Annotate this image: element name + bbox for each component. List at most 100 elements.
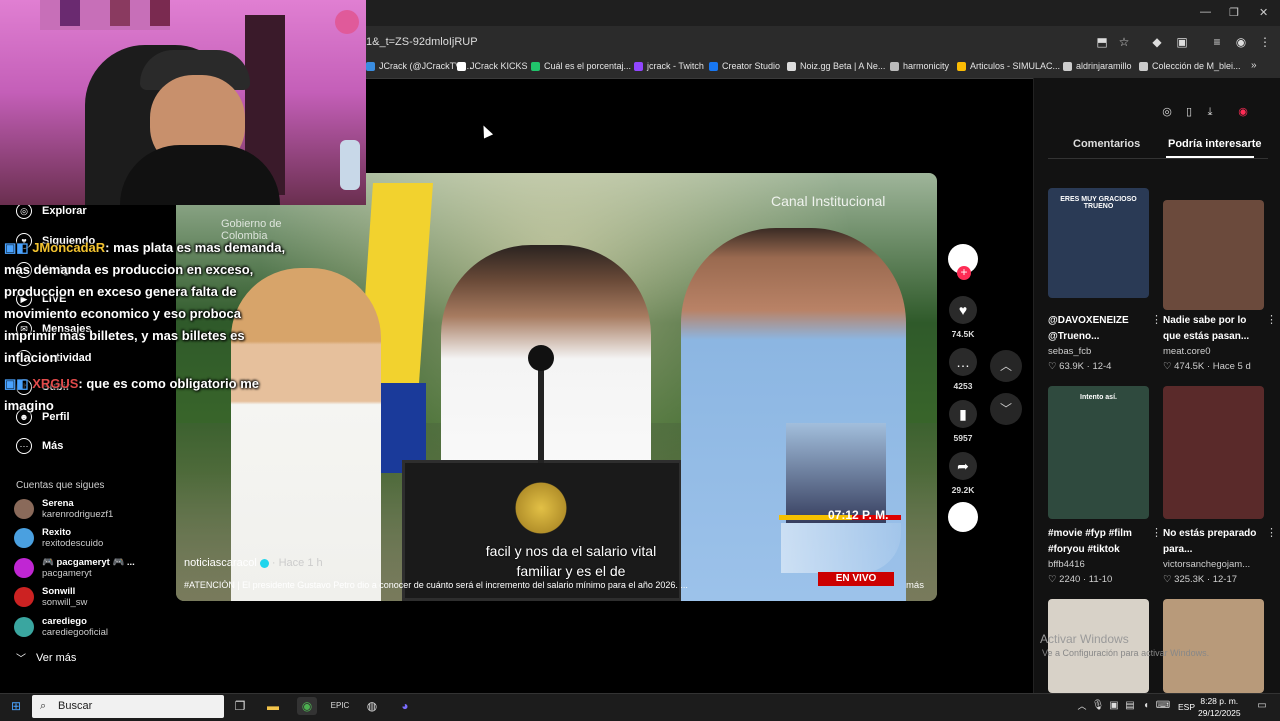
coat-of-arms-icon [512, 478, 570, 538]
bookmark-favicon-icon [787, 61, 796, 71]
media-control-icon[interactable]: ≡ [1210, 35, 1224, 49]
channel-watermark: Canal Institucional [771, 193, 886, 209]
language-indicator[interactable]: ESP [1178, 702, 1195, 712]
tab-comentarios[interactable]: Comentarios [1073, 138, 1140, 150]
taskbar-clock[interactable]: 8:28 p. m. 29/12/2025 [1198, 695, 1241, 719]
account-handle: rexitodescuido [42, 538, 104, 549]
windows-start-icon[interactable]: ⊞ [6, 697, 26, 715]
bookmark-favicon-icon [957, 61, 966, 71]
broadcast-time: 07:12 P. M. [828, 508, 889, 522]
extension-icon[interactable]: ◆ [1150, 35, 1164, 49]
file-explorer-icon[interactable]: ▬ [263, 697, 283, 715]
webcam-overlay [0, 0, 366, 205]
bookmark-favicon-icon [1139, 61, 1148, 71]
discord-icon[interactable]: ◕ [395, 697, 415, 715]
more-link[interactable]: más [906, 580, 924, 591]
sidebar-item-explorar[interactable]: ◎ Explorar [16, 203, 87, 219]
bookmark-item[interactable]: harmonicity [890, 61, 949, 71]
minimize-button[interactable]: — [1200, 6, 1211, 18]
chat-username: XRGUS [32, 376, 79, 391]
sidebar-item-m-s[interactable]: ⋯ Más [16, 438, 63, 454]
bookmark-star-icon[interactable]: ☆ [1117, 35, 1131, 49]
comment-icon[interactable]: … [949, 348, 977, 376]
recommended-video-title[interactable]: No estás preparado para... [1163, 526, 1263, 558]
bookmark-item[interactable]: Cuál es el porcentaj... [531, 61, 631, 71]
epic-games-icon[interactable]: EPIC [330, 697, 350, 715]
recommended-video-date: Hace 5 d [1212, 361, 1251, 372]
bookmark-item[interactable]: JCrack (@JCrackTV)... [366, 61, 472, 71]
recommended-video-author[interactable]: victorsanchegojam... [1163, 559, 1250, 570]
share-icon[interactable]: ➦ [949, 452, 977, 480]
bookmark-item[interactable]: JCrack KICKS [457, 61, 528, 71]
keyboard-icon[interactable]: ⌨ [1153, 697, 1173, 715]
following-account[interactable]: carediego carediegooficial [14, 616, 108, 638]
mobile-icon[interactable]: ▯ [1180, 103, 1198, 121]
bookmark-item[interactable]: Colección de M_blei... [1139, 61, 1241, 71]
recommended-video-thumbnail[interactable]: ERES MUY GRACIOSO TRUENO [1048, 188, 1149, 298]
card-menu-icon[interactable]: ⋮ [1266, 526, 1277, 539]
see-more-label: Ver más [36, 651, 77, 664]
url-text[interactable]: 1&_t=ZS-92dmloIjRUP [366, 36, 478, 48]
profile-icon[interactable]: ◉ [1234, 35, 1248, 49]
bookmark-item[interactable]: Creator Studio [709, 61, 780, 71]
following-account[interactable]: Serena karenrodriguezf1 [14, 498, 113, 520]
following-account[interactable]: Rexito rexitodescuido [14, 527, 103, 549]
wall-decoration [335, 10, 359, 34]
download-icon[interactable]: ⤓ [1201, 103, 1219, 121]
tiktok-extension-icon[interactable]: ◉ [1234, 103, 1252, 121]
more-bookmarks-icon[interactable]: » [1251, 60, 1257, 71]
close-window-button[interactable]: ✕ [1259, 6, 1268, 19]
following-account[interactable]: Sonwill sonwill_sw [14, 586, 87, 608]
recommended-video-thumbnail[interactable]: Intento así. [1048, 386, 1149, 519]
recommended-video-author[interactable]: bffb4416 [1048, 559, 1085, 570]
video-author-line[interactable]: noticiascaracol · Hace 1 h [184, 557, 323, 569]
next-video-button[interactable]: ﹀ [990, 393, 1022, 425]
card-menu-icon[interactable]: ⋮ [1151, 526, 1162, 539]
bookmark-item[interactable]: jcrack - Twitch [634, 61, 704, 71]
app-icon[interactable]: ◍ [362, 697, 382, 715]
recommended-video-thumbnail[interactable] [1163, 200, 1264, 310]
see-more-button[interactable]: ﹀ Ver más [16, 650, 77, 666]
bookmark-item[interactable]: aldrinjaramillo [1063, 61, 1132, 71]
recommended-video-title[interactable]: Nadie sabe por lo que estás pasan... [1163, 313, 1263, 345]
task-view-icon[interactable]: ❐ [230, 697, 250, 715]
wall-frame [150, 0, 170, 26]
bookmark-item[interactable]: Noiz.gg Beta | A Ne... [787, 61, 885, 71]
recommended-video-likes: 325.3K [1174, 574, 1205, 585]
bookmark-label: Cuál es el porcentaj... [544, 61, 632, 71]
recommended-video-title[interactable]: @DAVOXENEIZE @Trueno... [1048, 313, 1148, 345]
recommended-video-author[interactable]: sebas_fcb [1048, 346, 1091, 357]
menu-kebab-icon[interactable]: ⋮ [1258, 35, 1272, 49]
water-bottle [340, 140, 360, 190]
explore-icon[interactable]: ◎ [1158, 103, 1176, 121]
puzzle-icon[interactable]: ▣ [1175, 35, 1189, 49]
recommended-video-author[interactable]: meat.core0 [1163, 346, 1211, 357]
card-menu-icon[interactable]: ⋮ [1266, 313, 1277, 326]
video-posted-time: · Hace 1 h [271, 557, 323, 569]
likes-icon: ♡ [1048, 574, 1060, 585]
recommended-video-thumbnail[interactable] [1048, 599, 1149, 693]
heart-icon[interactable]: ♥ [949, 296, 977, 324]
recommended-video-title[interactable]: #movie #fyp #film #foryou #tiktok [1048, 526, 1148, 558]
notifications-icon[interactable]: ▭ [1252, 697, 1272, 715]
action-count: 29.2K [951, 485, 975, 495]
following-account[interactable]: 🎮 pacgameryt 🎮 ... pacgameryt [14, 557, 135, 579]
bookmark-label: harmonicity [903, 61, 950, 71]
clock-date: 29/12/2025 [1198, 708, 1241, 718]
bookmark-icon[interactable]: ▮ [949, 400, 977, 428]
maximize-button[interactable]: ❐ [1229, 6, 1239, 19]
recommended-video-thumbnail[interactable] [1163, 599, 1264, 693]
bookmark-item[interactable]: Articulos - SIMULAC... [957, 61, 1060, 71]
card-menu-icon[interactable]: ⋮ [1151, 313, 1162, 326]
bookmark-favicon-icon [531, 61, 540, 71]
previous-video-button[interactable]: ︿ [990, 350, 1022, 382]
video-player[interactable]: Gobierno de Colombia Canal Institucional [176, 173, 937, 601]
recommended-video-meta: ♡ 2240 · 11-10 [1048, 574, 1113, 585]
tab-podria-interesarte[interactable]: Podría interesarte [1168, 138, 1262, 150]
install-app-icon[interactable]: ⬒ [1095, 35, 1109, 49]
sound-avatar[interactable] [948, 502, 978, 532]
wall-frame [60, 0, 80, 26]
chrome-icon[interactable]: ◉ [297, 697, 317, 715]
follow-plus-icon[interactable]: + [957, 266, 971, 280]
recommended-video-thumbnail[interactable] [1163, 386, 1264, 519]
